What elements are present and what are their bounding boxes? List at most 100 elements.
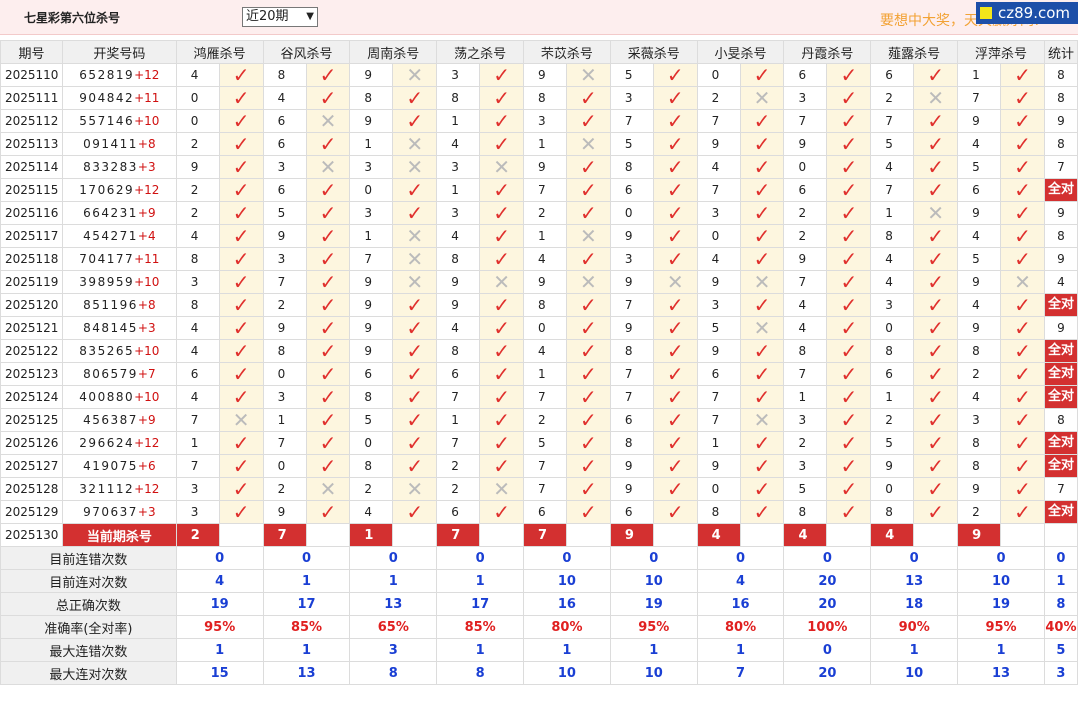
stats-value: 15 — [175, 661, 264, 685]
kill-value: 9 — [696, 339, 741, 363]
check-icon: ✓ — [666, 155, 684, 179]
result-correct: ✓ — [392, 109, 438, 133]
result-correct: ✓ — [913, 293, 959, 317]
check-icon: ✓ — [927, 385, 945, 409]
check-icon: ✓ — [927, 224, 945, 248]
current-kill-value: 9 — [609, 523, 654, 547]
table-row: 2025123 806579+7 6 ✓ 0 ✓ 6 ✓ 6 ✓ 1 ✓ 7 ✓ 6 ✓ 7 ✓ 6 ✓ 2 ✓ 全对 — [0, 362, 1078, 386]
result-correct: ✓ — [305, 247, 351, 271]
kill-value: 6 — [436, 362, 481, 386]
check-icon: ✓ — [493, 224, 510, 248]
check-icon: ✓ — [580, 385, 597, 409]
all-correct-badge: 全对 — [1045, 455, 1077, 477]
draw-sum: +10 — [134, 344, 160, 358]
check-icon: ✓ — [927, 316, 945, 340]
check-icon: ✓ — [319, 63, 337, 87]
result-correct: ✓ — [652, 339, 698, 363]
kill-value: 8 — [175, 247, 220, 271]
stats-label: 目前连对次数 — [0, 569, 177, 593]
result-correct: ✓ — [652, 293, 698, 317]
kill-value: 0 — [783, 155, 828, 179]
kill-value: 9 — [523, 270, 567, 294]
result-correct: ✓ — [1000, 431, 1045, 455]
check-icon: ✓ — [406, 86, 424, 110]
kill-value: 1 — [349, 224, 394, 248]
kill-value: 3 — [436, 155, 481, 179]
check-icon: ✓ — [840, 454, 858, 478]
stats-value: 0 — [436, 546, 525, 570]
all-correct-badge: 全对 — [1045, 340, 1077, 362]
column-header: 荡之杀号 — [436, 40, 525, 64]
draw-number: 398959+10 — [61, 270, 177, 294]
kill-value: 5 — [349, 408, 394, 432]
check-icon: ✓ — [580, 201, 597, 225]
check-icon: ✓ — [319, 270, 337, 294]
check-icon: ✓ — [927, 454, 945, 478]
all-correct-badge: 全对 — [1045, 363, 1077, 385]
check-icon: ✓ — [493, 247, 510, 271]
site-logo[interactable]: cz89.com — [976, 2, 1078, 24]
result-correct: ✓ — [218, 224, 264, 248]
kill-value: 1 — [957, 63, 1002, 87]
table-row: 2025127 419075+6 7 ✓ 0 ✓ 8 ✓ 2 ✓ 7 ✓ 9 ✓ 9 ✓ 3 ✓ 9 ✓ 8 ✓ 全对 — [0, 454, 1078, 478]
cross-icon: ✕ — [580, 63, 597, 87]
stats-value: 40% — [1043, 615, 1078, 639]
result-correct: ✓ — [1000, 339, 1045, 363]
result-correct: ✓ — [392, 385, 438, 409]
empty-cell — [739, 523, 785, 547]
kill-value: 6 — [609, 500, 654, 524]
result-correct: ✓ — [1000, 316, 1045, 340]
result-correct: ✓ — [1000, 500, 1045, 524]
result-wrong: ✕ — [913, 201, 959, 225]
result-correct: ✓ — [218, 385, 264, 409]
result-correct: ✓ — [565, 316, 611, 340]
issue-number: 2025127 — [0, 454, 63, 478]
issue-number: 2025126 — [0, 431, 63, 455]
result-correct: ✓ — [913, 316, 959, 340]
kill-value: 7 — [609, 293, 654, 317]
check-icon: ✓ — [232, 63, 250, 87]
stats-row: 准确率(全对率) 95% 85% 65% 85% 80% 95% 80% 100% 90% 95% 4… — [0, 615, 1078, 639]
stats-value: 20 — [783, 569, 872, 593]
period-select[interactable]: 近20期 ▼ — [242, 7, 318, 27]
draw-digits: 664231 — [83, 206, 138, 220]
draw-sum: +12 — [134, 68, 160, 82]
stats-value: 13 — [262, 661, 351, 685]
stats-value: 95% — [175, 615, 264, 639]
current-kill-value: 7 — [523, 523, 567, 547]
draw-number: 664231+9 — [61, 201, 177, 225]
kill-value: 3 — [609, 86, 654, 110]
result-correct: ✓ — [305, 362, 351, 386]
kill-value: 2 — [262, 293, 307, 317]
check-icon: ✓ — [493, 293, 510, 317]
kill-value: 7 — [523, 477, 567, 501]
draw-sum: +11 — [134, 252, 160, 266]
current-kill-value: 4 — [783, 523, 828, 547]
stats-value: 1 — [696, 638, 785, 662]
draw-number: 806579+7 — [61, 362, 177, 386]
result-wrong: ✕ — [392, 477, 438, 501]
check-icon: ✓ — [493, 431, 510, 455]
check-icon: ✓ — [1014, 316, 1031, 340]
check-icon: ✓ — [753, 132, 771, 156]
kill-value: 1 — [349, 132, 394, 156]
result-correct: ✓ — [392, 201, 438, 225]
check-icon: ✓ — [840, 201, 858, 225]
result-wrong: ✕ — [1000, 270, 1045, 294]
column-header: 丹霞杀号 — [783, 40, 872, 64]
result-correct: ✓ — [826, 270, 872, 294]
row-stat: 7 — [1043, 477, 1078, 501]
cross-icon: ✕ — [1014, 270, 1031, 294]
row-stat: 全对 — [1043, 385, 1078, 409]
all-correct-badge: 全对 — [1045, 432, 1077, 454]
check-icon: ✓ — [406, 362, 424, 386]
result-correct: ✓ — [913, 385, 959, 409]
kill-value: 4 — [262, 86, 307, 110]
kill-value: 2 — [436, 454, 481, 478]
draw-digits: 848145 — [83, 321, 138, 335]
result-correct: ✓ — [565, 339, 611, 363]
check-icon: ✓ — [927, 132, 945, 156]
cross-icon: ✕ — [406, 224, 424, 248]
kill-value: 1 — [436, 178, 481, 202]
stats-value: 100% — [783, 615, 872, 639]
